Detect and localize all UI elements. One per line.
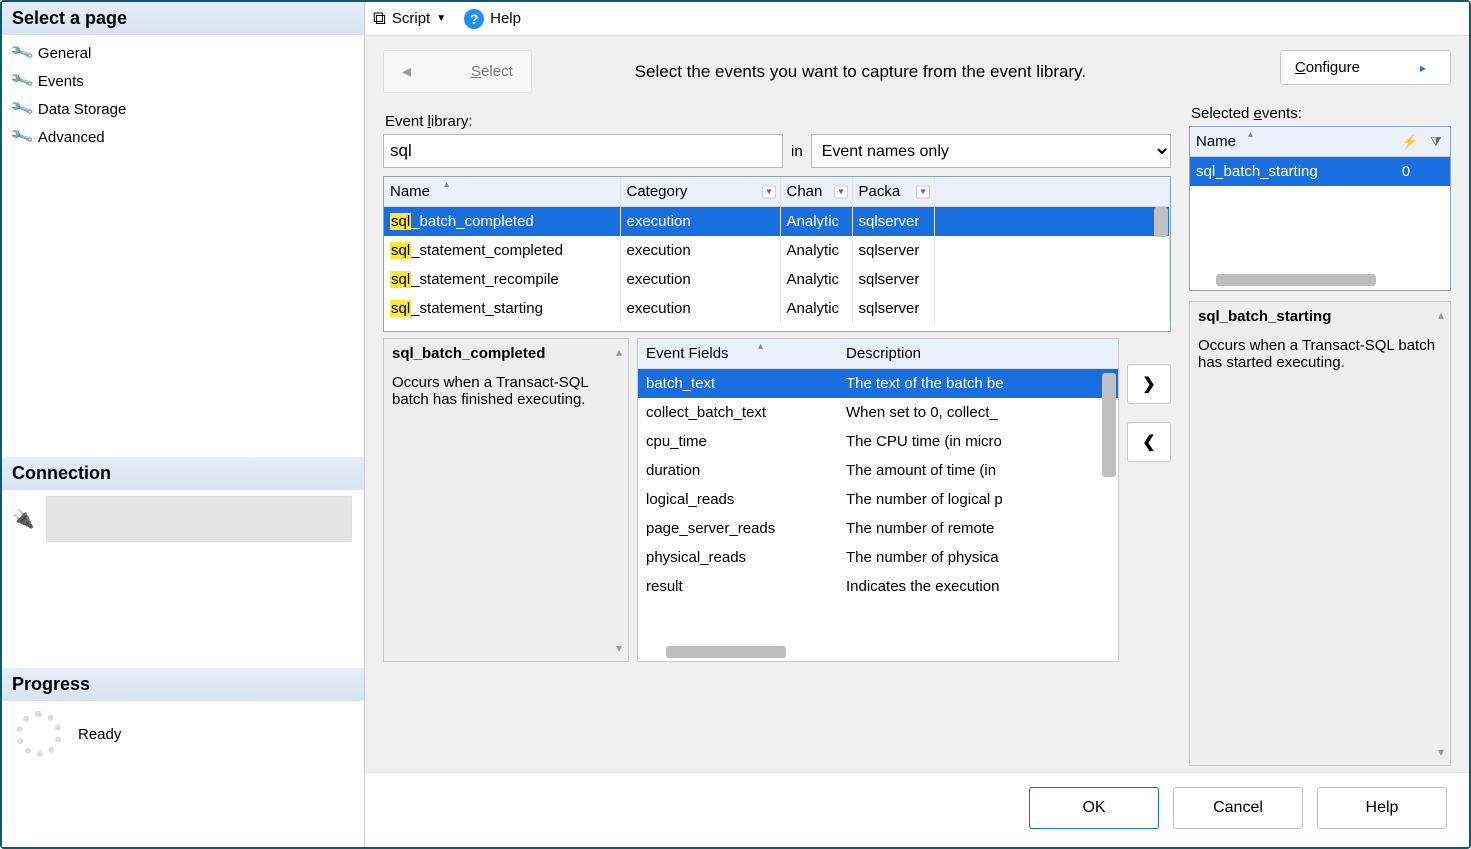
sidebar-title: Select a page bbox=[2, 2, 364, 35]
script-button[interactable]: Script bbox=[392, 10, 430, 27]
help-button[interactable]: Help bbox=[1317, 787, 1447, 829]
sort-asc-icon: ▴ bbox=[1248, 129, 1253, 140]
col-category[interactable]: Category▾ bbox=[620, 177, 780, 207]
in-label: in bbox=[791, 143, 803, 160]
table-row[interactable]: sql_batch_completedexecutionAnalyticsqls… bbox=[384, 207, 1170, 237]
configure-label: Configure bbox=[1295, 59, 1360, 76]
selected-description-panel: ▴ sql_batch_starting Occurs when a Trans… bbox=[1189, 301, 1451, 766]
col-event-fields[interactable]: Event Fields▴ bbox=[638, 339, 838, 369]
dropdown-icon[interactable]: ▼ bbox=[436, 13, 446, 24]
event-description-text: Occurs when a Transact-SQL batch has fin… bbox=[392, 374, 620, 408]
col-name[interactable]: Name▴ bbox=[1190, 127, 1396, 157]
help-icon: ? bbox=[464, 9, 484, 29]
event-description-panel: ▴ sql_batch_completed Occurs when a Tran… bbox=[383, 338, 629, 662]
sidebar-item-label: General bbox=[38, 45, 91, 62]
configure-button[interactable]: Configure ▸ bbox=[1280, 50, 1451, 85]
table-row[interactable]: cpu_timeThe CPU time (in micro bbox=[638, 427, 1118, 456]
chevron-left-icon: ◂ bbox=[402, 61, 411, 82]
scrollbar-horizontal[interactable] bbox=[666, 646, 786, 658]
wrench-icon: 🔧 bbox=[9, 124, 36, 151]
chevron-right-icon: ▸ bbox=[1420, 61, 1426, 75]
event-library-label: Event library: bbox=[385, 113, 1171, 130]
help-button[interactable]: Help bbox=[490, 10, 521, 27]
col-filter[interactable]: ⧩ bbox=[1424, 127, 1450, 157]
selected-events-label: Selected events: bbox=[1191, 105, 1451, 122]
sidebar-item-general[interactable]: 🔧 General bbox=[2, 39, 364, 67]
sidebar-item-label: Events bbox=[38, 73, 84, 90]
filter-dropdown-icon: ▾ bbox=[916, 185, 929, 198]
table-row[interactable]: sql_statement_completedexecutionAnalytic… bbox=[384, 236, 1170, 265]
table-row[interactable]: physical_readsThe number of physica bbox=[638, 543, 1118, 572]
table-row[interactable]: sql_statement_recompileexecutionAnalytic… bbox=[384, 265, 1170, 294]
wrench-icon: 🔧 bbox=[9, 96, 36, 123]
plug-icon: 🔌 bbox=[2, 509, 34, 530]
scroll-down-icon[interactable]: ▾ bbox=[1438, 745, 1444, 759]
script-icon: ⧉ bbox=[373, 8, 386, 29]
table-row[interactable]: page_server_readsThe number of remote bbox=[638, 514, 1118, 543]
col-name[interactable]: Name▴ bbox=[384, 177, 620, 207]
search-scope-select[interactable]: Event names only bbox=[811, 134, 1171, 168]
move-right-button[interactable]: ❯ bbox=[1127, 364, 1171, 404]
filter-dropdown-icon: ▾ bbox=[834, 185, 847, 198]
table-row[interactable]: logical_readsThe number of logical p bbox=[638, 485, 1118, 514]
col-package[interactable]: Packa▾ bbox=[852, 177, 934, 207]
sidebar-item-data-storage[interactable]: 🔧 Data Storage bbox=[2, 95, 364, 123]
selected-description-title: sql_batch_starting bbox=[1198, 308, 1442, 325]
sidebar-item-events[interactable]: 🔧 Events bbox=[2, 67, 364, 95]
progress-text: Ready bbox=[78, 726, 121, 743]
sidebar-item-label: Advanced bbox=[38, 129, 105, 146]
scroll-down-icon[interactable]: ▾ bbox=[616, 641, 622, 655]
lightning-icon: ⚡ bbox=[1402, 134, 1418, 149]
table-row[interactable]: batch_textThe text of the batch be bbox=[638, 369, 1118, 399]
select-toggle-button[interactable]: ◂ Select bbox=[383, 50, 532, 93]
filter-dropdown-icon: ▾ bbox=[762, 185, 775, 198]
table-row[interactable]: collect_batch_textWhen set to 0, collect… bbox=[638, 398, 1118, 427]
footer-buttons: OK Cancel Help bbox=[365, 772, 1469, 847]
table-row[interactable]: sql_batch_starting0 bbox=[1190, 157, 1450, 187]
grid-header-row: Name▴ Category▾ Chan▾ Packa▾ bbox=[384, 177, 1170, 207]
selected-events-grid[interactable]: Name▴ ⚡ ⧩ sql_batch_starting0 bbox=[1189, 126, 1451, 291]
col-lightning[interactable]: ⚡ bbox=[1396, 127, 1424, 157]
main-panel: ⧉ Script ▼ ? Help ◂ Select Select the ev… bbox=[365, 2, 1469, 847]
sidebar: Select a page 🔧 General 🔧 Events 🔧 Data … bbox=[2, 2, 365, 847]
col-channel[interactable]: Chan▾ bbox=[780, 177, 852, 207]
scroll-up-icon[interactable]: ▴ bbox=[616, 345, 622, 359]
table-row[interactable]: resultIndicates the execution bbox=[638, 572, 1118, 601]
connection-value bbox=[46, 496, 352, 542]
event-search-input[interactable] bbox=[383, 134, 783, 168]
instruction-text: Select the events you want to capture fr… bbox=[550, 62, 1171, 82]
sort-asc-icon: ▴ bbox=[444, 179, 449, 190]
connection-title: Connection bbox=[2, 457, 364, 490]
table-row[interactable]: sql_statement_startingexecutionAnalytics… bbox=[384, 294, 1170, 323]
move-left-button[interactable]: ❮ bbox=[1127, 422, 1171, 462]
spinner-icon bbox=[16, 711, 62, 757]
table-row[interactable]: durationThe amount of time (in bbox=[638, 456, 1118, 485]
scrollbar-horizontal[interactable] bbox=[1216, 274, 1376, 286]
scrollbar-vertical[interactable] bbox=[1102, 373, 1116, 477]
ok-button[interactable]: OK bbox=[1029, 787, 1159, 829]
sort-asc-icon: ▴ bbox=[758, 341, 763, 352]
event-library-grid[interactable]: Name▴ Category▾ Chan▾ Packa▾ sql_batch_c… bbox=[383, 176, 1171, 332]
main-toolbar: ⧉ Script ▼ ? Help bbox=[365, 2, 1469, 36]
event-description-title: sql_batch_completed bbox=[392, 345, 620, 362]
sidebar-item-advanced[interactable]: 🔧 Advanced bbox=[2, 123, 364, 151]
wizard-window: Select a page 🔧 General 🔧 Events 🔧 Data … bbox=[0, 0, 1471, 849]
progress-title: Progress bbox=[2, 668, 364, 701]
event-fields-grid[interactable]: Event Fields▴ Description batch_textThe … bbox=[637, 338, 1119, 662]
scrollbar-vertical[interactable] bbox=[1154, 207, 1168, 237]
wrench-icon: 🔧 bbox=[9, 40, 36, 67]
sidebar-pages: 🔧 General 🔧 Events 🔧 Data Storage 🔧 Adva… bbox=[2, 35, 364, 161]
cancel-button[interactable]: Cancel bbox=[1173, 787, 1303, 829]
funnel-icon: ⧩ bbox=[1430, 134, 1442, 149]
col-description[interactable]: Description bbox=[838, 339, 1118, 369]
select-toggle-label: Select bbox=[471, 63, 513, 80]
wrench-icon: 🔧 bbox=[9, 68, 36, 95]
scroll-up-icon[interactable]: ▴ bbox=[1438, 308, 1444, 322]
move-buttons: ❯ ❮ bbox=[1127, 338, 1171, 662]
selected-description-text: Occurs when a Transact-SQL batch has sta… bbox=[1198, 337, 1442, 371]
sidebar-item-label: Data Storage bbox=[38, 101, 126, 118]
